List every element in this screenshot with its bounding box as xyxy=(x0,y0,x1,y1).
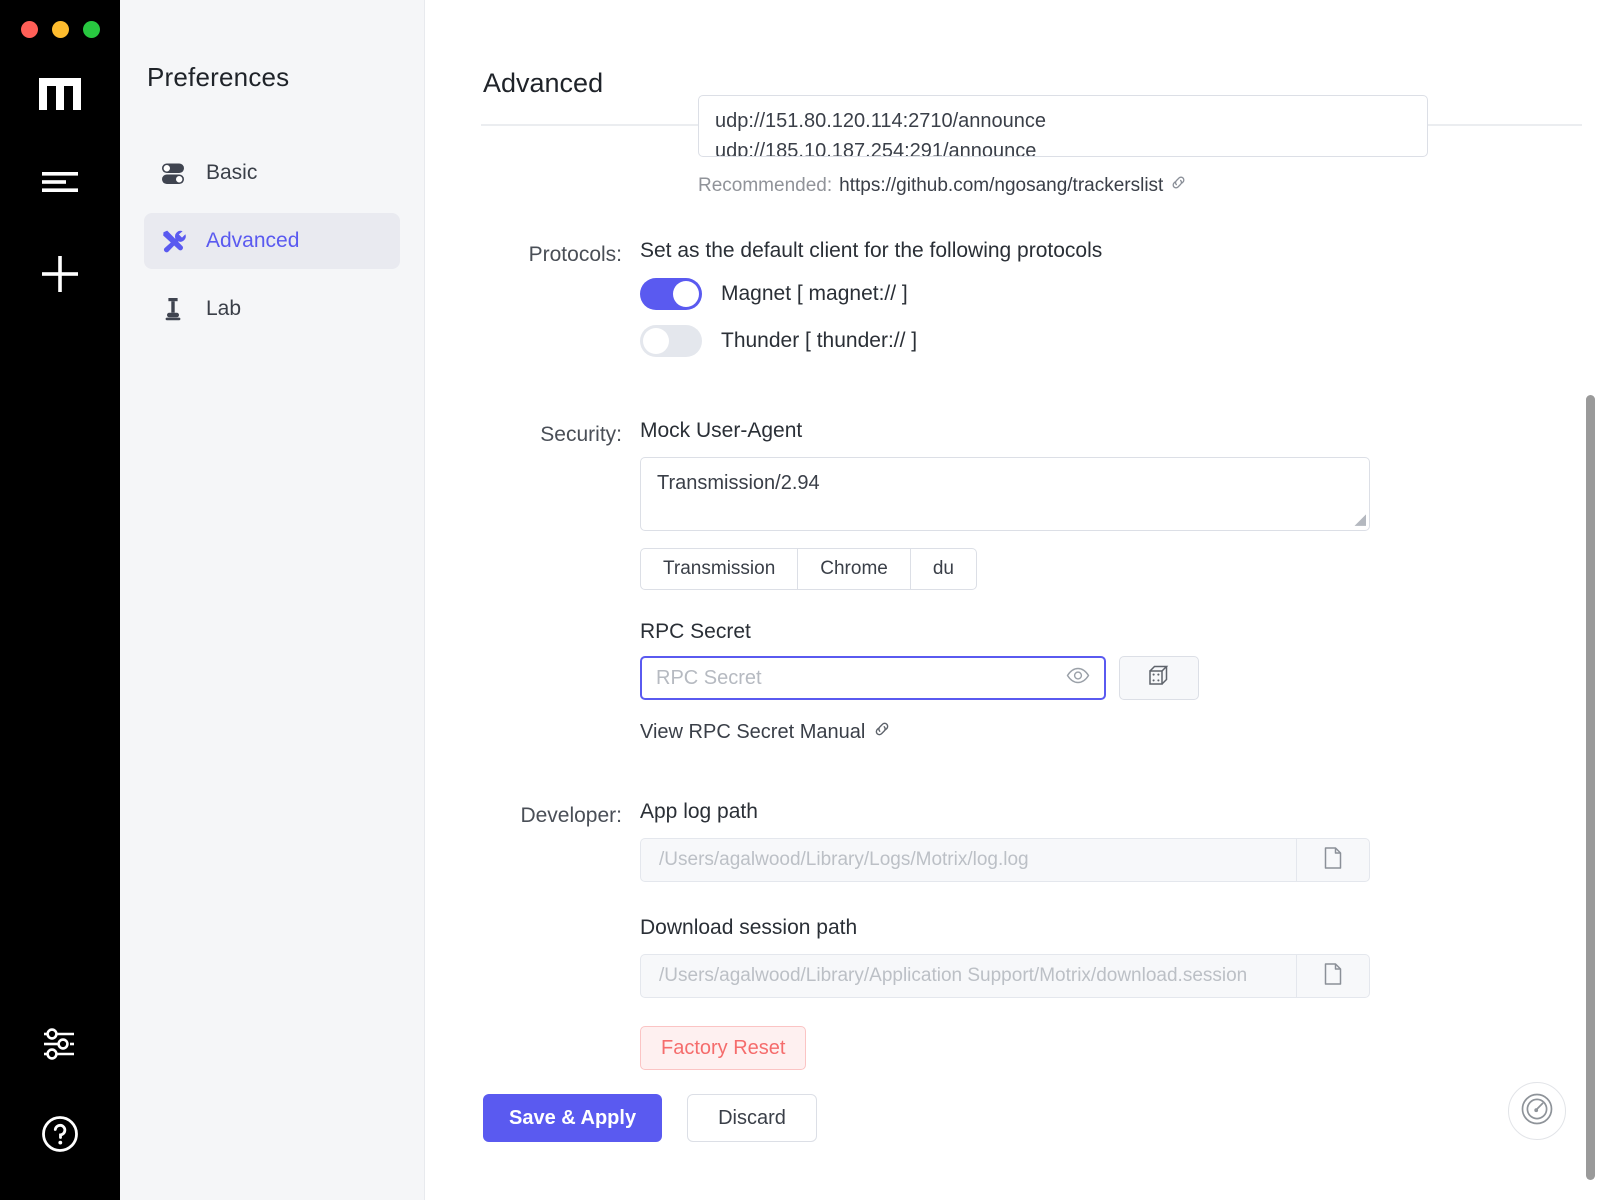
sidebar-item-lab[interactable]: Lab xyxy=(144,281,400,337)
user-agent-textarea[interactable]: Transmission/2.94 ◢ xyxy=(640,457,1370,531)
minimize-button[interactable] xyxy=(52,21,69,38)
tracker-line-1: udp://151.80.120.114:2710/announce xyxy=(715,110,1047,132)
main-pane: Advanced udp://151.80.120.114:2710/annou… xyxy=(425,0,1600,1200)
factory-reset-button[interactable]: Factory Reset xyxy=(640,1026,807,1070)
close-button[interactable] xyxy=(21,21,38,38)
magnet-toggle[interactable] xyxy=(640,278,702,310)
preferences-title: Preferences xyxy=(147,62,290,92)
sidebar-item-label: Lab xyxy=(206,297,242,320)
discard-button[interactable]: Discard xyxy=(687,1094,817,1142)
task-list-icon[interactable] xyxy=(36,158,84,206)
protocol-toggle-thunder: Thunder [ thunder:// ] xyxy=(640,325,1450,357)
rpc-manual-label: View RPC Secret Manual xyxy=(640,720,866,743)
sidebar-item-basic[interactable]: Basic xyxy=(144,145,400,201)
preset-chrome-button[interactable]: Chrome xyxy=(798,548,911,590)
download-session-path-heading: Download session path xyxy=(640,916,858,939)
user-agent-presets: Transmission Chrome du xyxy=(640,548,1450,590)
help-icon[interactable] xyxy=(36,1110,84,1158)
folder-icon xyxy=(1322,962,1344,991)
dice-icon xyxy=(1146,663,1172,694)
folder-icon xyxy=(1322,846,1344,875)
speedometer-icon xyxy=(1520,1092,1554,1131)
mock-user-agent-heading: Mock User-Agent xyxy=(640,419,803,442)
recommended-trackers-note: Recommended: https://github.com/ngosang/… xyxy=(698,174,1187,197)
zoom-button[interactable] xyxy=(83,21,100,38)
app-log-path-row: /Users/agalwood/Library/Logs/Motrix/log.… xyxy=(640,838,1370,882)
sidebar-item-label: Advanced xyxy=(206,229,300,252)
protocols-row: Protocols: Set as the default client for… xyxy=(425,239,1600,357)
toggle-knob xyxy=(643,328,669,354)
toggles-icon xyxy=(158,158,188,188)
protocols-description: Set as the default client for the follow… xyxy=(640,239,1103,262)
security-label: Security: xyxy=(540,423,622,446)
preset-du-button[interactable]: du xyxy=(910,548,977,590)
sidebar-item-label: Basic xyxy=(206,161,258,184)
protocols-label: Protocols: xyxy=(528,243,622,266)
developer-body: App log path /Users/agalwood/Library/Log… xyxy=(640,800,1600,1070)
rpc-secret-row: RPC Secret xyxy=(640,656,1450,700)
protocols-body: Set as the default client for the follow… xyxy=(640,239,1600,357)
app-log-path-heading: App log path xyxy=(640,800,758,823)
save-apply-button[interactable]: Save & Apply xyxy=(483,1094,663,1142)
rpc-secret-placeholder: RPC Secret xyxy=(656,666,762,689)
download-session-folder-button[interactable] xyxy=(1296,954,1370,998)
eye-icon[interactable] xyxy=(1066,667,1090,689)
generate-rpc-secret-button[interactable] xyxy=(1119,656,1199,700)
preferences-sidebar: Preferences Basic Advanced Lab xyxy=(120,0,425,1200)
trackers-field-wrap: udp://151.80.120.114:2710/announce udp:/… xyxy=(698,95,1428,157)
recommended-link[interactable]: https://github.com/ngosang/trackerslist xyxy=(839,175,1163,197)
preset-transmission-button[interactable]: Transmission xyxy=(640,548,799,590)
magnet-toggle-label: Magnet [ magnet:// ] xyxy=(721,282,908,305)
recommended-label: Recommended: xyxy=(698,174,833,196)
app-window: Preferences Basic Advanced Lab Advanced … xyxy=(0,0,1600,1200)
user-agent-value: Transmission/2.94 xyxy=(657,472,820,494)
resize-grip-icon[interactable]: ◢ xyxy=(1354,510,1366,528)
app-log-folder-button[interactable] xyxy=(1296,838,1370,882)
trackers-textarea[interactable]: udp://151.80.120.114:2710/announce udp:/… xyxy=(698,95,1428,157)
developer-row: Developer: App log path /Users/agalwood/… xyxy=(425,800,1600,1070)
window-controls xyxy=(21,21,100,38)
flask-icon xyxy=(158,294,188,324)
protocol-toggle-magnet: Magnet [ magnet:// ] xyxy=(640,278,1450,310)
external-link-icon xyxy=(873,720,891,744)
download-session-path-row: /Users/agalwood/Library/Application Supp… xyxy=(640,954,1370,998)
thunder-toggle[interactable] xyxy=(640,325,702,357)
toggle-knob xyxy=(673,281,699,307)
plus-icon[interactable] xyxy=(36,250,84,298)
vertical-scrollbar[interactable] xyxy=(1586,395,1595,1180)
rpc-secret-manual-link[interactable]: View RPC Secret Manual xyxy=(640,720,1450,744)
tracker-line-2: udp://185.10.187.254:291/announce xyxy=(715,140,1037,157)
rail-bottom-icons xyxy=(0,1020,120,1200)
tools-icon xyxy=(158,226,188,256)
sidebar-item-advanced[interactable]: Advanced xyxy=(144,213,400,269)
thunder-toggle-label: Thunder [ thunder:// ] xyxy=(721,329,918,352)
download-session-path-input[interactable]: /Users/agalwood/Library/Application Supp… xyxy=(640,954,1296,998)
settings-scroll-area[interactable]: udp://151.80.120.114:2710/announce udp:/… xyxy=(425,95,1600,1200)
sliders-icon[interactable] xyxy=(36,1020,84,1068)
page-title: Advanced xyxy=(483,68,604,98)
developer-label: Developer: xyxy=(520,804,622,827)
app-logo-icon xyxy=(35,70,85,114)
rpc-secret-heading: RPC Secret xyxy=(640,620,751,643)
speed-dashboard-fab[interactable] xyxy=(1508,1082,1566,1140)
app-log-path-input[interactable]: /Users/agalwood/Library/Logs/Motrix/log.… xyxy=(640,838,1296,882)
activity-rail xyxy=(0,0,120,1200)
security-body: Mock User-Agent Transmission/2.94 ◢ Tran… xyxy=(640,419,1600,744)
external-link-icon xyxy=(1170,174,1187,197)
security-row: Security: Mock User-Agent Transmission/2… xyxy=(425,419,1600,744)
settings-actions: Save & Apply Discard xyxy=(483,1094,817,1142)
rpc-secret-input[interactable]: RPC Secret xyxy=(640,656,1106,700)
